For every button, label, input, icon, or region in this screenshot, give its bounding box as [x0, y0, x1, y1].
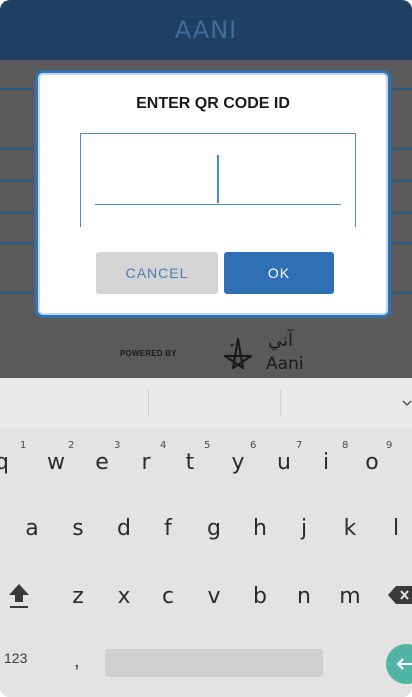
key-g[interactable]: g	[198, 516, 230, 541]
background-field-line	[392, 242, 412, 244]
suggestion-divider	[148, 390, 149, 416]
app-title: AANI	[174, 16, 238, 44]
key-k[interactable]: k	[334, 516, 366, 541]
background-field-line	[392, 180, 412, 182]
key-r[interactable]: r	[130, 450, 162, 475]
background-field-line	[392, 292, 412, 294]
aani-logo-arabic: آني	[268, 330, 294, 351]
key-j[interactable]: j	[288, 516, 320, 541]
key-u[interactable]: u	[268, 450, 300, 475]
key-y[interactable]: y	[222, 450, 254, 475]
cancel-button[interactable]: CANCEL	[96, 252, 218, 294]
enter-arrow-icon	[396, 658, 412, 670]
input-underline	[95, 204, 341, 205]
background-field-line	[0, 242, 34, 244]
key-n[interactable]: n	[288, 584, 320, 609]
shift-icon[interactable]	[8, 582, 30, 610]
background-field-line	[0, 212, 34, 214]
background-field-line	[0, 148, 34, 150]
key-d[interactable]: d	[108, 516, 140, 541]
background-field-line	[0, 88, 34, 90]
aani-star-icon	[223, 337, 253, 370]
enter-icon[interactable]	[386, 644, 412, 684]
powered-by-section: POWERED BY آني Aani	[0, 322, 412, 378]
key-v[interactable]: v	[198, 584, 230, 609]
key-w[interactable]: w	[40, 450, 72, 475]
background-field-line	[392, 88, 412, 90]
key-m[interactable]: m	[334, 584, 366, 609]
suggestion-bar	[0, 378, 412, 428]
key-b[interactable]: b	[244, 584, 276, 609]
backspace-icon[interactable]	[388, 584, 412, 606]
phone-screen: AANI POWERED BY آني Aani ENTER QR CODE I…	[0, 0, 412, 697]
background-field-line	[0, 180, 34, 182]
key-z[interactable]: z	[62, 584, 94, 609]
key-i[interactable]: i	[310, 450, 342, 475]
key-c[interactable]: c	[152, 584, 184, 609]
key-hint: 1	[20, 440, 27, 451]
chevron-down-icon[interactable]	[402, 398, 412, 408]
app-header: AANI	[0, 0, 412, 60]
key-o[interactable]: o	[356, 450, 388, 475]
powered-by-label: POWERED BY	[120, 349, 177, 358]
key-s[interactable]: s	[62, 516, 94, 541]
background-field-line	[392, 212, 412, 214]
comma-key[interactable]: ,	[74, 650, 80, 673]
key-q[interactable]: q	[0, 450, 18, 475]
aani-logo-english: Aani	[266, 354, 304, 374]
key-h[interactable]: h	[244, 516, 276, 541]
text-cursor	[217, 155, 219, 203]
suggestion-divider	[280, 390, 281, 416]
space-key[interactable]	[105, 649, 323, 677]
qr-code-dialog: ENTER QR CODE ID CANCEL OK	[35, 70, 391, 318]
key-e[interactable]: e	[86, 450, 118, 475]
key-f[interactable]: f	[152, 516, 184, 541]
key-hint: 8	[342, 440, 349, 451]
key-x[interactable]: x	[108, 584, 140, 609]
symbols-key[interactable]: 123	[4, 650, 27, 666]
key-l[interactable]: l	[380, 516, 412, 541]
key-a[interactable]: a	[16, 516, 48, 541]
background-field-line	[0, 292, 34, 294]
qr-code-input[interactable]	[80, 133, 356, 227]
soft-keyboard: 1 2 3 4 5 6 7 8 9 q w e r t y u i o a s …	[0, 378, 412, 697]
ok-button[interactable]: OK	[224, 252, 334, 294]
key-t[interactable]: t	[174, 450, 206, 475]
dialog-title: ENTER QR CODE ID	[136, 95, 290, 112]
background-field-line	[392, 148, 412, 150]
